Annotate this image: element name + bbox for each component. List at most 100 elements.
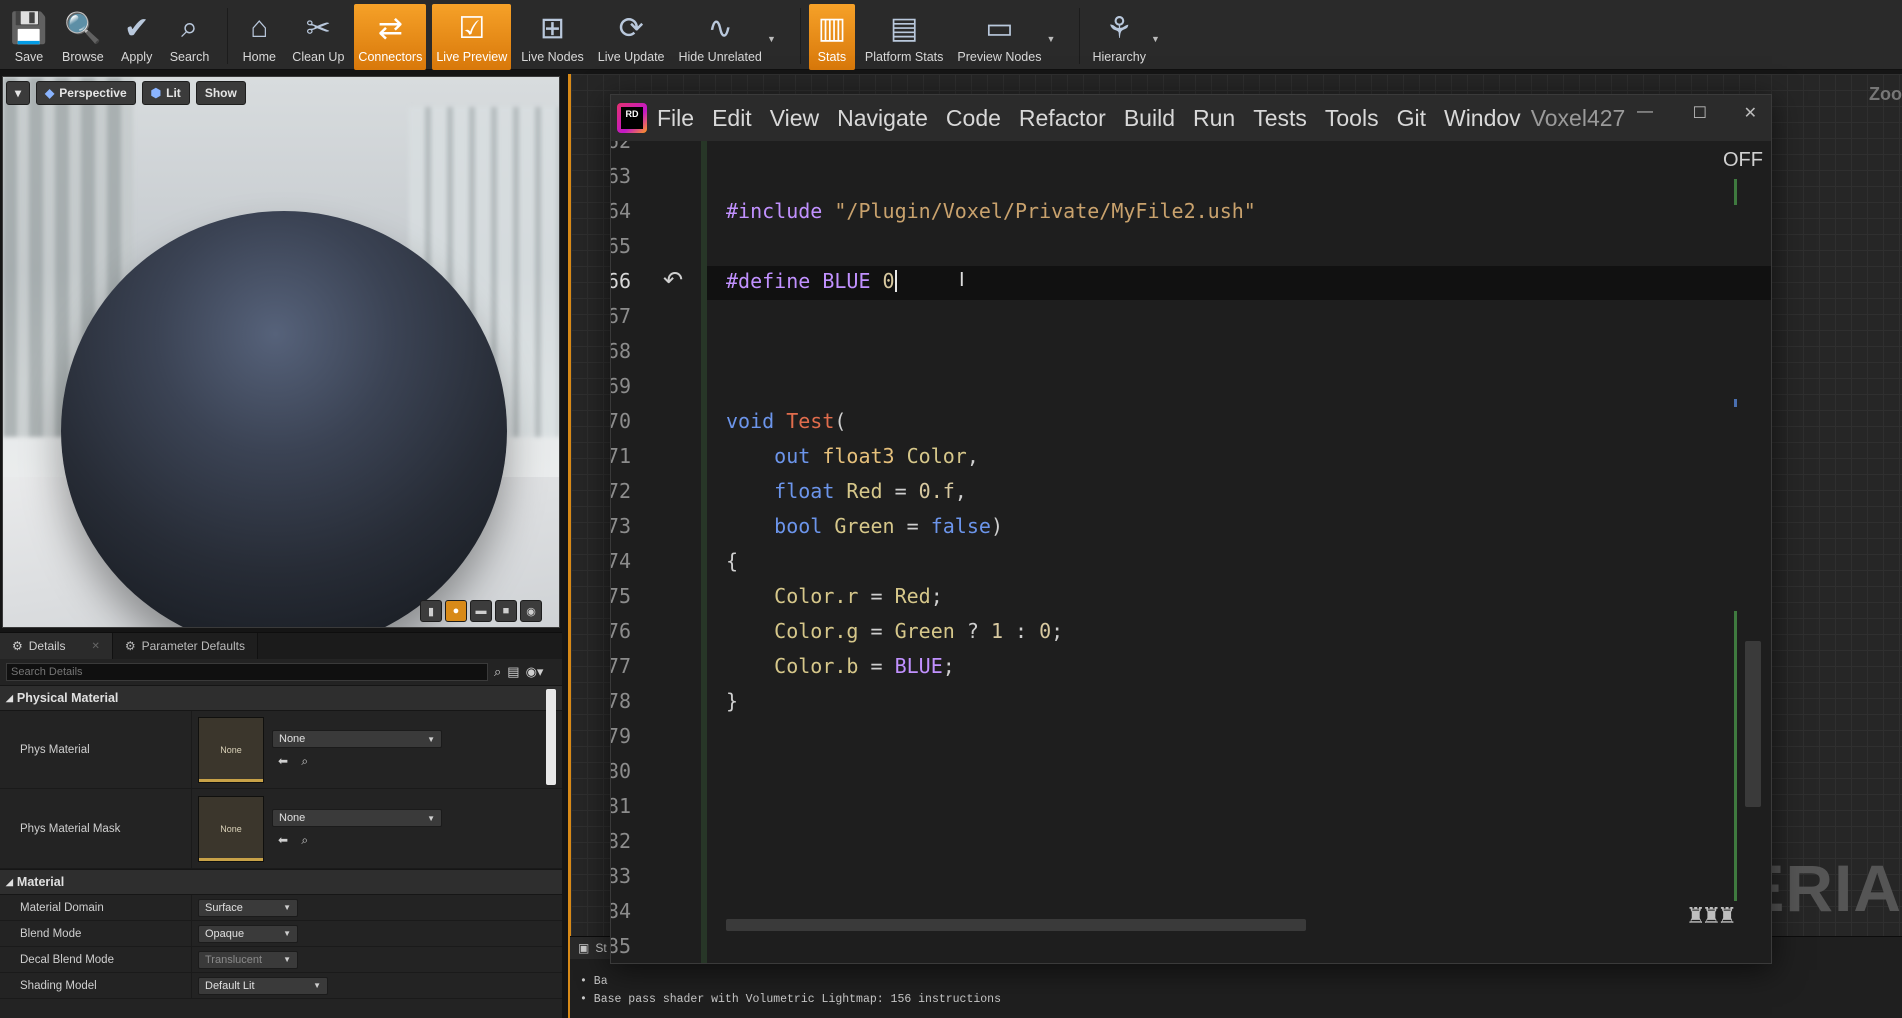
live-nodes-button[interactable]: ⊞ Live Nodes [517, 4, 588, 70]
chevron-down-icon: ▼ [427, 813, 435, 823]
menu-git[interactable]: Git [1397, 105, 1426, 132]
stats-tab[interactable]: ▣ St [570, 937, 615, 959]
reader-mode-icon[interactable]: ♜♜♜ [1686, 903, 1737, 929]
perspective-button[interactable]: ◆ Perspective [36, 81, 136, 105]
search-icon[interactable]: ⌕ [494, 664, 501, 680]
editor-vertical-scrollbar[interactable] [1745, 641, 1761, 807]
search-button[interactable]: ⌕ Search [166, 4, 214, 70]
platform-stats-button[interactable]: ▤ Platform Stats [861, 4, 948, 70]
inspection-status[interactable]: OFF [1723, 149, 1763, 172]
live-update-button[interactable]: ⟳ Live Update [594, 4, 669, 70]
connectors-icon: ⇄ [377, 11, 403, 45]
details-tabs: ⚙ Details ✕ ⚙ Parameter Defaults [0, 633, 562, 659]
code-line[interactable]: void Test( [726, 409, 846, 433]
live-preview-button[interactable]: ☑ Live Preview [432, 4, 512, 70]
plane-preview-button[interactable]: ▬ [470, 600, 492, 622]
text-caret [894, 270, 897, 292]
line-number: 64 [611, 199, 631, 223]
menu-run[interactable]: Run [1193, 105, 1235, 132]
code-line[interactable]: Color.g = Green ? 1 : 0; [726, 619, 1063, 643]
line-number: 77 [611, 654, 631, 678]
asset-thumbnail[interactable]: None [198, 795, 264, 862]
code-line[interactable]: #define BLUE 0 [726, 269, 897, 293]
material-domain-combo[interactable]: Surface ▼ [198, 898, 298, 917]
asset-thumbnail[interactable]: None [198, 716, 264, 783]
change-mark[interactable] [1734, 179, 1737, 205]
teapot-preview-button[interactable]: ◉ [520, 600, 542, 622]
rider-logo-icon[interactable]: RD [617, 103, 647, 133]
code-line[interactable]: { [726, 549, 738, 573]
code-token: , [966, 444, 979, 468]
eye-icon[interactable]: ◉▾ [526, 664, 544, 680]
use-selected-arrow-icon[interactable]: ⬅ [278, 833, 288, 847]
apply-button[interactable]: ✔ Apply [114, 4, 160, 70]
stats-icon: ▣ [578, 941, 590, 955]
menu-view[interactable]: View [770, 105, 819, 132]
details-scrollbar[interactable] [546, 689, 556, 785]
chevron-down-icon[interactable]: ▼ [767, 34, 776, 44]
close-window-icon[interactable]: ✕ [1744, 103, 1757, 123]
chevron-down-icon: ▼ [427, 734, 435, 744]
line-number: 74 [611, 549, 631, 573]
code-line[interactable]: bool Green = false) [726, 514, 1003, 538]
lit-button[interactable]: ⬢ Lit [141, 81, 190, 105]
code-line[interactable]: } [726, 689, 738, 713]
clean-up-button[interactable]: ✂ Clean Up [288, 4, 348, 70]
line-number: 79 [611, 724, 631, 748]
menu-edit[interactable]: Edit [712, 105, 752, 132]
phys-material-combo[interactable]: None ▼ [272, 730, 442, 748]
save-button[interactable]: 💾 Save [6, 4, 52, 70]
hide-unrelated-button[interactable]: ∿ Hide Unrelated ▼ [675, 4, 776, 70]
code-token: Green [834, 514, 895, 538]
browse-button[interactable]: 🔍 Browse [58, 4, 108, 70]
info-mark[interactable] [1734, 399, 1737, 407]
viewport-options-button[interactable]: ▾ [6, 81, 31, 105]
preview-viewport[interactable]: Z X [2, 76, 560, 628]
code-editor[interactable]: 62 63 64 65 66 ↶ 67 68 69 70 71 72 73 74 75 76 77 78 79 80 8… [611, 141, 1771, 963]
change-mark[interactable] [1734, 611, 1737, 901]
hierarchy-button[interactable]: ⚘ Hierarchy ▼ [1088, 4, 1160, 70]
editor-horizontal-scrollbar[interactable] [726, 919, 1306, 931]
chevron-down-icon[interactable]: ▼ [1047, 34, 1056, 44]
cylinder-preview-button[interactable]: ▮ [420, 600, 442, 622]
browse-asset-icon[interactable]: ⌕ [301, 833, 308, 847]
home-button[interactable]: ⌂ Home [236, 4, 282, 70]
code-line[interactable]: float Red = 0.f, [726, 479, 967, 503]
shading-model-combo[interactable]: Default Lit ▼ [198, 976, 328, 995]
menu-window[interactable]: Windov [1444, 105, 1521, 132]
browse-asset-icon[interactable]: ⌕ [301, 754, 308, 768]
stats-button[interactable]: ▥ Stats [808, 4, 855, 70]
use-selected-arrow-icon[interactable]: ⬅ [278, 754, 288, 768]
menu-tools[interactable]: Tools [1325, 105, 1379, 132]
blend-mode-combo[interactable]: Opaque ▼ [198, 924, 298, 943]
show-button[interactable]: Show [195, 81, 246, 105]
tab-parameter-defaults[interactable]: ⚙ Parameter Defaults [112, 633, 258, 659]
menu-code[interactable]: Code [946, 105, 1001, 132]
cube-preview-button[interactable]: ■ [495, 600, 517, 622]
line-number: 75 [611, 584, 631, 608]
menu-file[interactable]: File [657, 105, 694, 132]
chevron-down-icon[interactable]: ▼ [1151, 34, 1160, 44]
code-line[interactable]: Color.r = Red; [726, 584, 943, 608]
code-line[interactable]: #include "/Plugin/Voxel/Private/MyFile2.… [726, 199, 1256, 223]
rollback-changes-icon[interactable]: ↶ [663, 266, 683, 295]
search-details-input[interactable] [6, 663, 488, 681]
menu-tests[interactable]: Tests [1253, 105, 1307, 132]
minimize-icon[interactable]: — [1637, 103, 1653, 121]
close-icon[interactable]: ✕ [91, 641, 99, 652]
menu-build[interactable]: Build [1124, 105, 1175, 132]
category-physical-material[interactable]: ◢ Physical Material [0, 685, 562, 711]
toolbar-separator [227, 8, 229, 64]
code-line[interactable]: Color.b = BLUE; [726, 654, 955, 678]
tab-details[interactable]: ⚙ Details ✕ [0, 633, 113, 659]
view-options-icon[interactable]: ▤ [507, 664, 519, 680]
preview-nodes-button[interactable]: ▭ Preview Nodes ▼ [953, 4, 1055, 70]
code-line[interactable]: out float3 Color, [726, 444, 979, 468]
maximize-icon[interactable]: ☐ [1693, 103, 1707, 123]
category-material[interactable]: ◢ Material [0, 869, 562, 895]
menu-navigate[interactable]: Navigate [837, 105, 928, 132]
connectors-button[interactable]: ⇄ Connectors [354, 4, 427, 70]
sphere-preview-button[interactable]: ● [445, 600, 467, 622]
menu-refactor[interactable]: Refactor [1019, 105, 1106, 132]
phys-material-mask-combo[interactable]: None ▼ [272, 809, 442, 827]
